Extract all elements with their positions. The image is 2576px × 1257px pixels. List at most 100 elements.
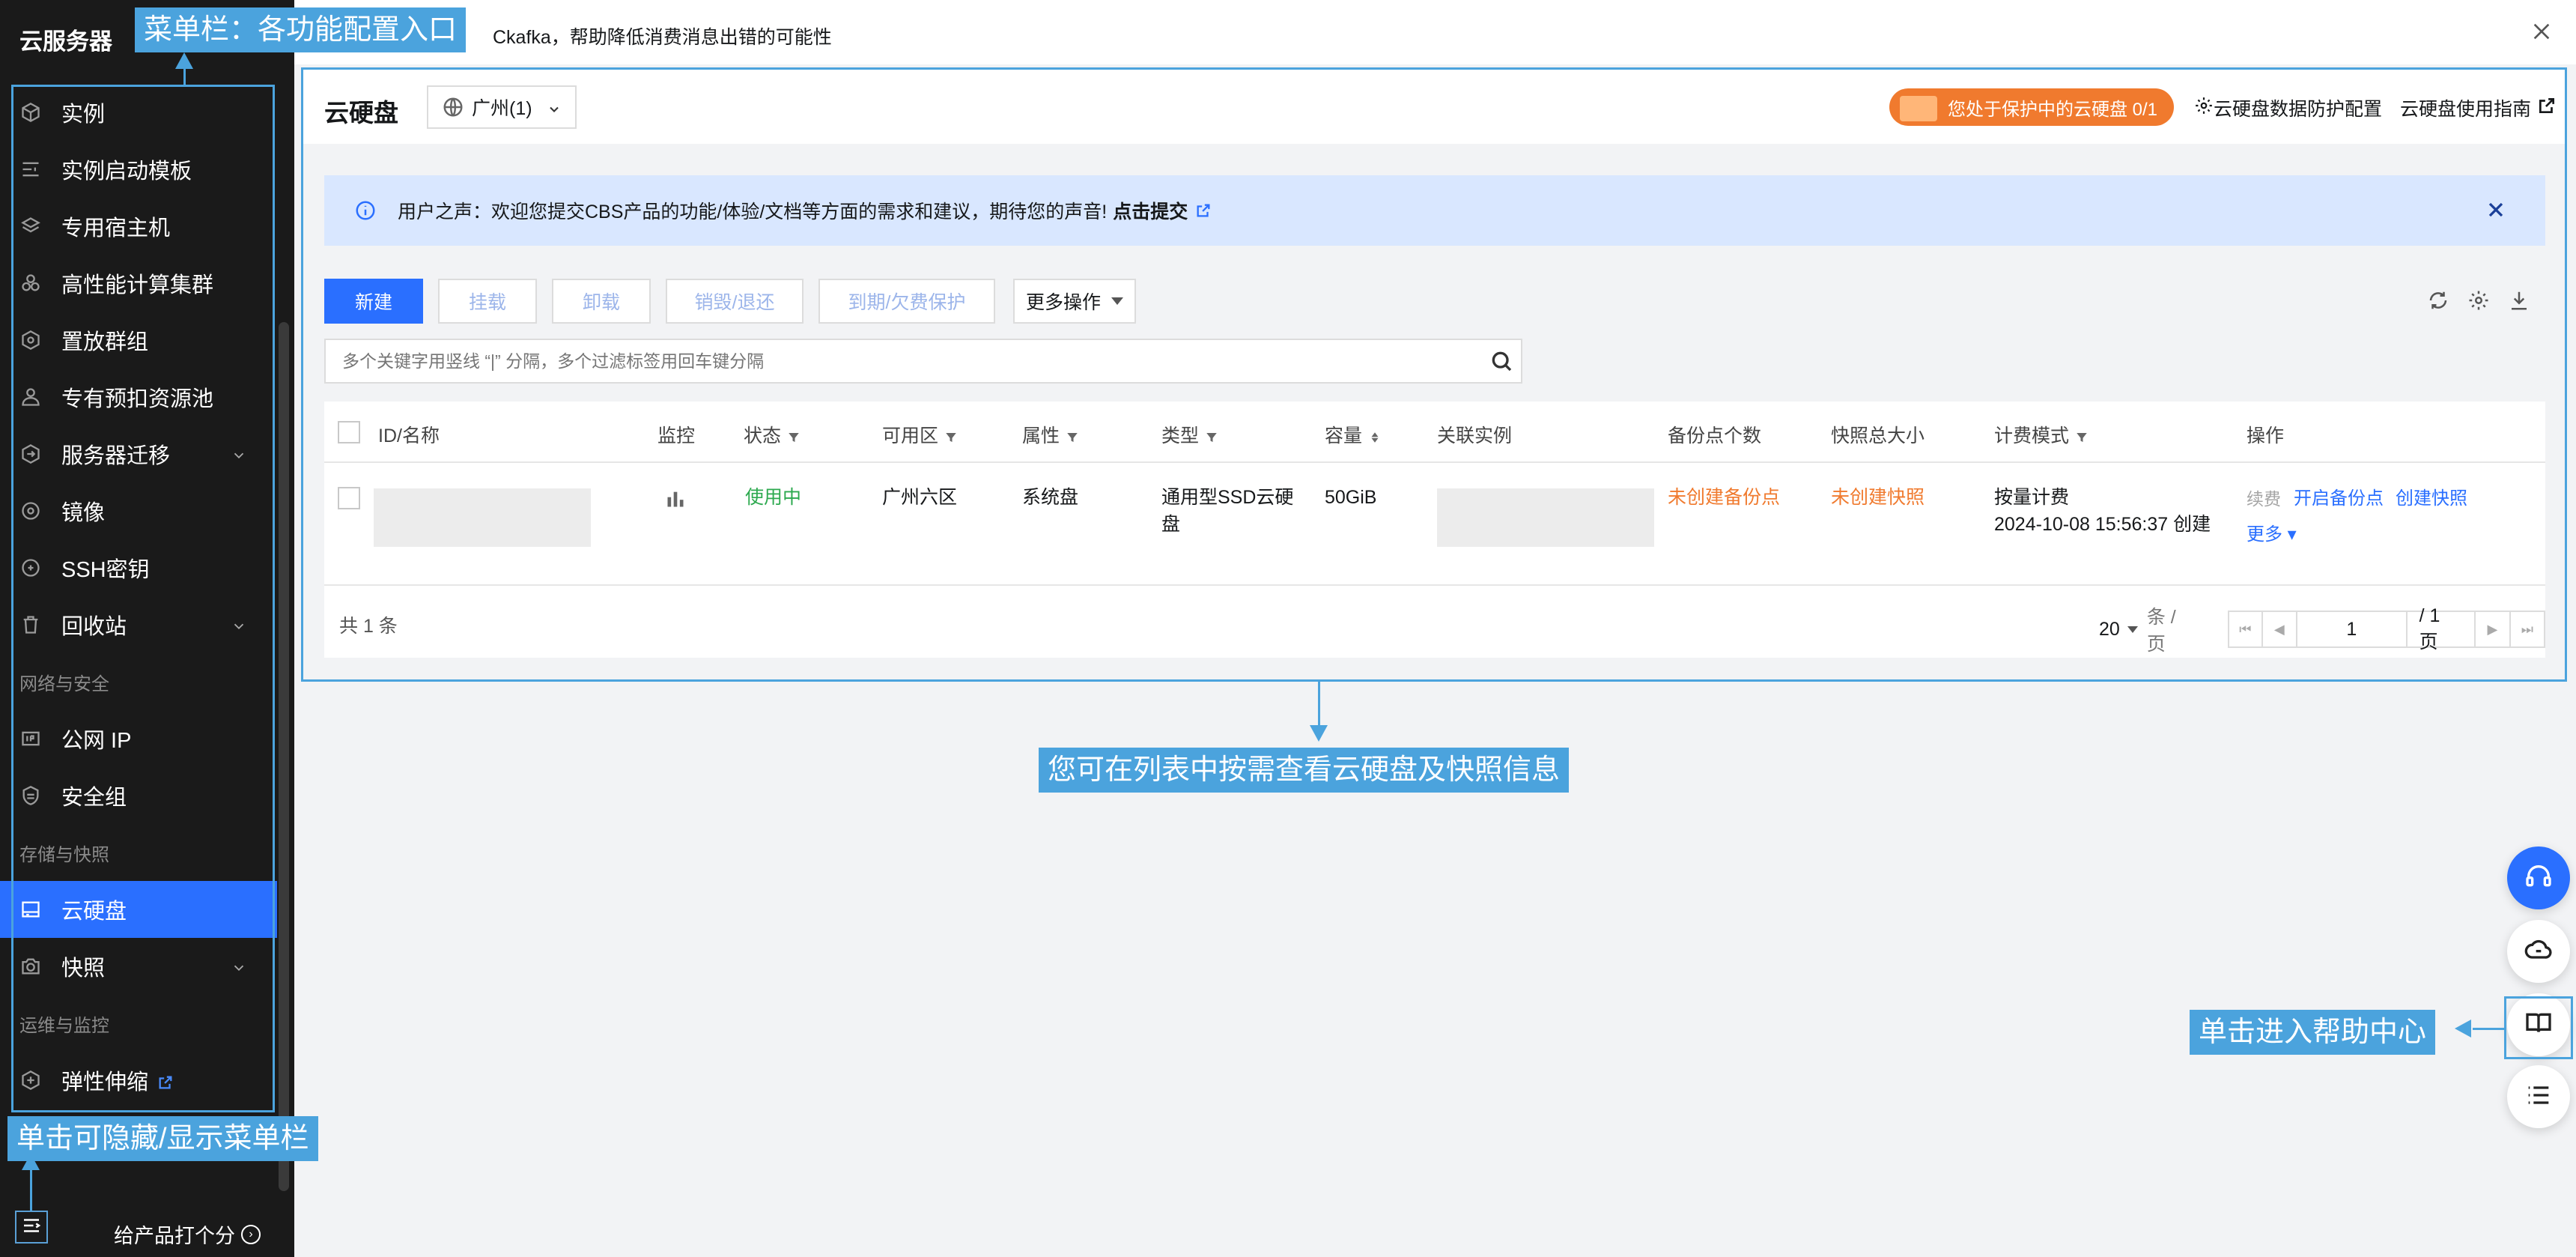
sort-icon: [1368, 428, 1382, 443]
top-notice-text: Ckafka，帮助降低消费消息出错的可能性: [493, 27, 832, 48]
sidebar-item-reserved-pool[interactable]: 专有预扣资源池: [0, 369, 277, 425]
th-backup: 备份点个数: [1668, 425, 1762, 446]
sidebar-item-migration[interactable]: 服务器迁移: [0, 425, 277, 482]
prev-page-button[interactable]: ◀: [2262, 611, 2297, 648]
sidebar-item-label: 安全组: [61, 786, 127, 810]
destroy-button[interactable]: 销毁/退还: [666, 279, 804, 324]
th-status[interactable]: 状态: [744, 421, 801, 448]
sidebar-item-dedicated-host[interactable]: 专用宿主机: [0, 198, 277, 255]
unmount-button[interactable]: 卸载: [552, 279, 651, 324]
th-capacity[interactable]: 容量: [1325, 421, 1382, 448]
gear-icon[interactable]: [2467, 289, 2490, 312]
page-size-select[interactable]: 20: [2099, 619, 2138, 640]
sidebar-item-placement-group[interactable]: 置放群组: [0, 312, 277, 369]
sidebar-item-label: SSH密钥: [61, 558, 150, 582]
th-billing-label: 计费模式: [1994, 425, 2070, 446]
th-ops: 操作: [2247, 425, 2285, 446]
rate-product-link[interactable]: 给产品打个分 ›: [114, 1220, 261, 1249]
th-attr[interactable]: 属性: [1022, 421, 1079, 448]
sidebar-item-launch-template[interactable]: 实例启动模板: [0, 141, 277, 198]
data-protection-config-label: 云硬盘数据防护配置: [2214, 99, 2383, 120]
next-page-button[interactable]: ▶: [2476, 611, 2511, 648]
row-checkbox[interactable]: [338, 487, 360, 509]
first-page-button[interactable]: ⏮: [2228, 611, 2263, 648]
sidebar-item-image[interactable]: 镜像: [0, 482, 277, 539]
th-billing[interactable]: 计费模式: [1994, 421, 2089, 448]
usage-guide-link[interactable]: 云硬盘使用指南: [2400, 94, 2557, 121]
disk-type: 通用型SSD云硬盘: [1161, 487, 1294, 535]
menu-collapse-icon: [20, 1214, 43, 1241]
select-all-checkbox[interactable]: [338, 421, 360, 443]
enable-backup-action[interactable]: 开启备份点: [2294, 485, 2384, 512]
data-protection-config-link[interactable]: 云硬盘数据防护配置: [2194, 94, 2382, 121]
sidebar-item-recycle-bin[interactable]: 回收站: [0, 596, 277, 653]
sidebar-item-label: 专用宿主机: [61, 216, 171, 240]
last-page-button[interactable]: ⏭: [2510, 611, 2546, 648]
sidebar-item-auto-scaling[interactable]: 弹性伸缩: [0, 1052, 277, 1109]
new-button[interactable]: 新建: [324, 279, 423, 324]
search-input[interactable]: [324, 339, 1522, 384]
main-panel: 云硬盘 广州(1) 您处于保护中的云硬盘 0/1 云硬盘数据防护配置 云硬盘使用…: [303, 69, 2565, 676]
sidebar-item-instance[interactable]: 实例: [0, 84, 277, 141]
cluster-icon: [19, 272, 42, 294]
rate-product-label: 给产品打个分: [114, 1225, 235, 1247]
external-link-icon: [2537, 96, 2557, 121]
sidebar-item-security-group[interactable]: 安全组: [0, 767, 277, 824]
sidebar-item-label: 快照: [61, 957, 106, 981]
th-zone[interactable]: 可用区: [882, 421, 958, 448]
created-time: 2024-10-08 15:56:37 创建: [1994, 514, 2211, 535]
submit-feedback-link[interactable]: 点击提交: [1113, 197, 1188, 224]
th-type[interactable]: 类型: [1161, 421, 1218, 448]
sidebar-item-cloud-disk[interactable]: 云硬盘: [0, 881, 277, 938]
more-action[interactable]: 更多 ▾: [2247, 521, 2297, 548]
chevron-down-icon: [231, 957, 247, 974]
page-header: 云硬盘 广州(1) 您处于保护中的云硬盘 0/1 云硬盘数据防护配置 云硬盘使用…: [303, 69, 2565, 144]
disk-id-placeholder[interactable]: [374, 488, 591, 547]
protect-status-badge[interactable]: 您处于保护中的云硬盘 0/1: [1889, 88, 2174, 126]
placement-icon: [19, 329, 42, 351]
arrow-left-icon: [2455, 1020, 2471, 1038]
customer-service-button[interactable]: [2507, 846, 2570, 909]
th-monitor: 监控: [657, 425, 696, 446]
mount-button[interactable]: 挂载: [438, 279, 537, 324]
migration-icon: [19, 443, 42, 465]
close-icon[interactable]: [2530, 19, 2554, 43]
snapshot-size: 未创建快照: [1831, 487, 1925, 508]
sidebar-toggle-button[interactable]: [15, 1211, 48, 1244]
cloud-feedback-button[interactable]: [2507, 920, 2570, 983]
help-center-button[interactable]: [2507, 993, 2570, 1056]
sidebar-item-snapshot[interactable]: 快照: [0, 938, 277, 995]
arrow-down-icon: [1310, 725, 1328, 742]
sidebar-item-label: 实例启动模板: [61, 160, 192, 184]
list-menu-button[interactable]: [2507, 1065, 2570, 1128]
create-snapshot-action[interactable]: 创建快照: [2396, 485, 2467, 512]
close-icon[interactable]: [2484, 198, 2508, 222]
table-tools: [2427, 289, 2530, 312]
linked-instance-placeholder[interactable]: [1437, 488, 1654, 547]
page-size-value: 20: [2099, 618, 2120, 640]
expire-protect-button[interactable]: 到期/欠费保护: [818, 279, 995, 324]
shield-icon: [19, 784, 42, 807]
renew-action[interactable]: 续费: [2247, 485, 2281, 512]
bar-chart-icon[interactable]: [665, 488, 686, 517]
sidebar-item-public-ip[interactable]: 公网 IP: [0, 710, 277, 767]
region-select[interactable]: 广州(1): [427, 85, 577, 129]
annotation-help-line: [2473, 1028, 2504, 1030]
filter-icon: [787, 428, 801, 442]
disk-icon: [19, 898, 42, 921]
sidebar-scrollbar[interactable]: [279, 322, 289, 1191]
th-instance: 关联实例: [1437, 425, 1513, 446]
refresh-icon[interactable]: [2427, 289, 2449, 312]
search-icon[interactable]: [1489, 349, 1513, 373]
sidebar-bottom: 给产品打个分 ›: [0, 1196, 294, 1257]
sidebar-item-hpc-cluster[interactable]: 高性能计算集群: [0, 255, 277, 312]
th-snapshot: 快照总大小: [1831, 425, 1925, 446]
sidebar-item-ssh-key[interactable]: SSH密钥: [0, 539, 277, 596]
more-actions-dropdown[interactable]: 更多操作: [1013, 279, 1136, 324]
th-type-label: 类型: [1161, 425, 1200, 446]
download-icon[interactable]: [2508, 289, 2530, 312]
user-voice-text: 用户之声：欢迎您提交CBS产品的功能/体验/文档等方面的需求和建议，期待您的声音…: [398, 202, 1108, 222]
sidebar-item-label: 云硬盘: [61, 900, 127, 924]
external-link-icon: [157, 1072, 174, 1089]
page-number-input[interactable]: 1: [2297, 611, 2406, 648]
